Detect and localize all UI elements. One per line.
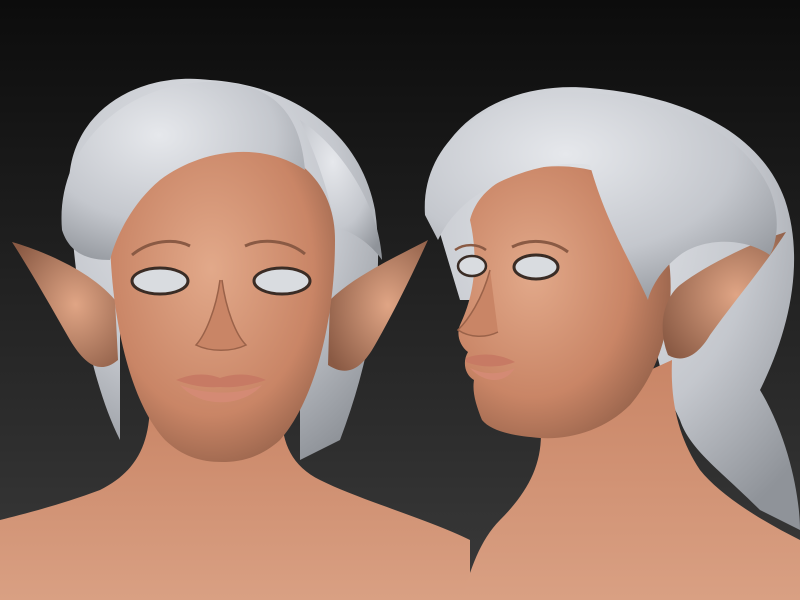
sculpt-render bbox=[0, 0, 800, 600]
render-viewport bbox=[0, 0, 800, 600]
front-left-eye bbox=[130, 266, 190, 296]
side-right-eye bbox=[512, 253, 560, 281]
side-left-eye bbox=[456, 254, 488, 278]
front-right-eye bbox=[252, 266, 312, 296]
